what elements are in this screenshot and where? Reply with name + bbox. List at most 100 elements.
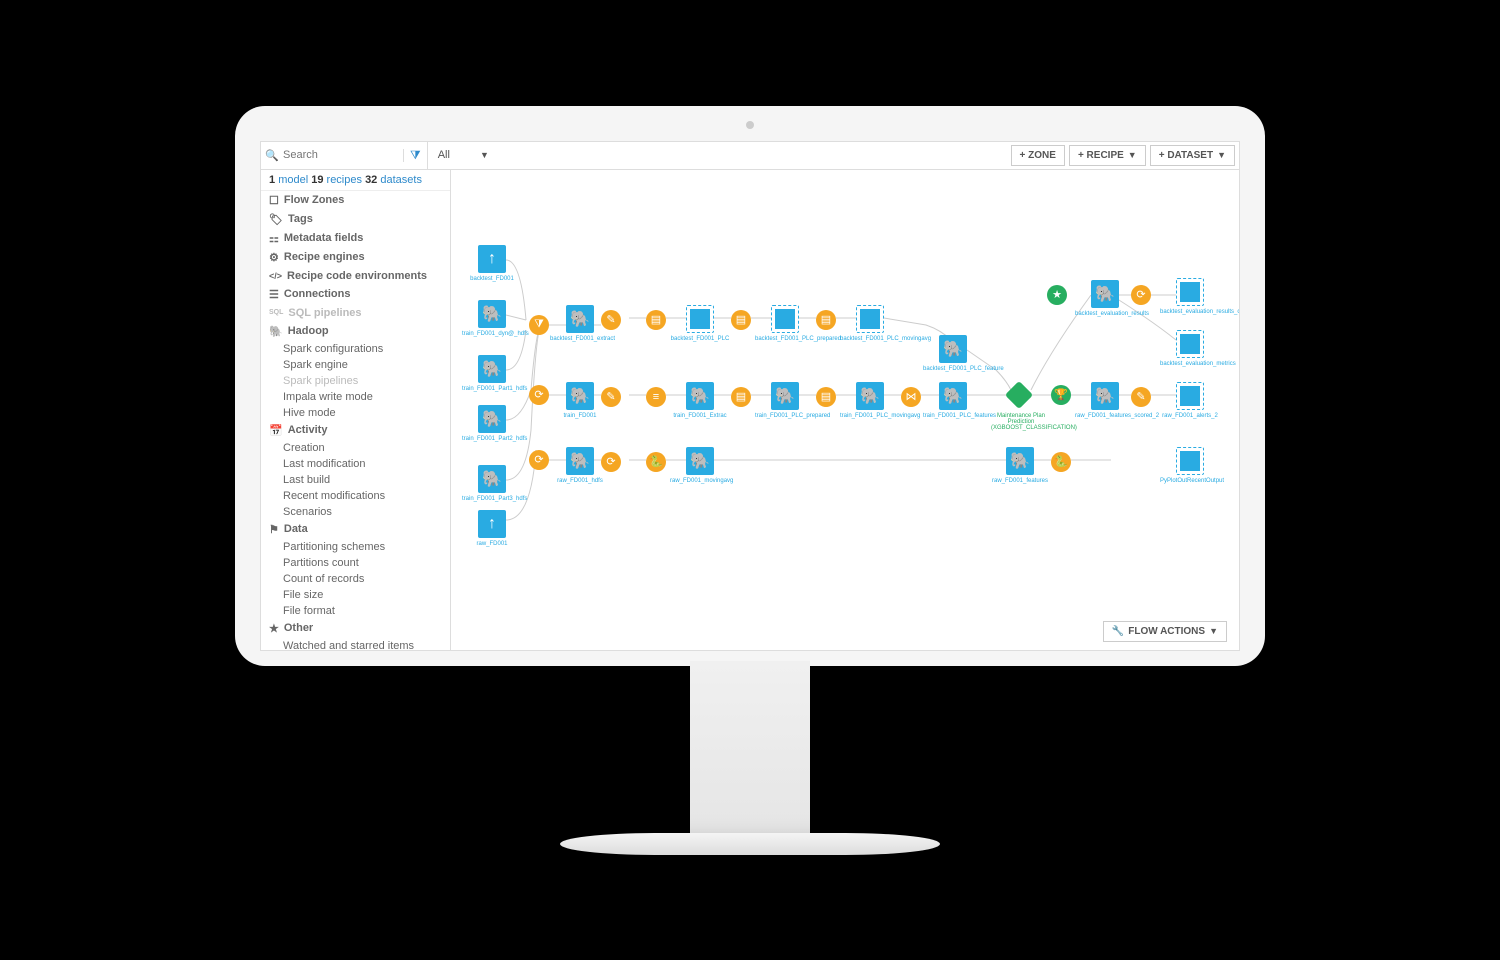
sidebar-item-tags[interactable]: 🏷Tags [261,210,450,229]
dataset-node[interactable] [856,305,884,333]
add-recipe-button[interactable]: + RECIPE▼ [1069,145,1146,166]
dataset-node[interactable]: 🐘 [478,405,506,433]
filter-icon[interactable]: ⧩ [404,142,428,169]
node-label: backtest_evaluation_results [1075,311,1135,317]
sidebar-label: Recipe code environments [287,270,427,282]
dataset-node[interactable]: 🐘 [1091,382,1119,410]
dataset-node[interactable]: 🐘 [939,335,967,363]
node-label: raw_FD001_features_scored_2 [1075,413,1135,419]
dataset-node[interactable]: 🐘 [478,300,506,328]
sidebar-item-creation[interactable]: Creation [261,440,450,456]
sidebar-item-code-env[interactable]: </> Recipe code environments [261,267,450,285]
sidebar-item-spark-conf[interactable]: Spark configurations [261,341,450,357]
sidebar-item-filesize[interactable]: File size [261,587,450,603]
datasets-label[interactable]: datasets [380,174,422,186]
window-recipe[interactable]: ▤ [731,387,751,407]
add-dataset-button[interactable]: + DATASET▼ [1150,145,1235,166]
sync-recipe[interactable]: ⟳ [601,452,621,472]
dataset-node[interactable] [1176,278,1204,306]
dataset-node[interactable] [1176,447,1204,475]
sidebar-item-hive[interactable]: Hive mode [261,405,450,421]
node-label: train_FD001_PLC_prepared [755,413,815,419]
calendar-icon: 📅 [269,424,283,437]
top-toolbar: 🔍 ⧩ All ▼ + ZONE + RECIPE▼ + DATASET▼ [261,142,1239,170]
dataset-node[interactable]: 🐘 [1006,447,1034,475]
window-recipe[interactable]: ▤ [816,387,836,407]
sidebar-item-spark-pipelines[interactable]: Spark pipelines [261,373,450,389]
camera-dot [746,121,754,129]
sidebar-item-partschemes[interactable]: Partitioning schemes [261,539,450,555]
dataset-node[interactable]: ↑ [478,510,506,538]
sidebar-item-connections[interactable]: ☰Connections [261,285,450,304]
dataset-node[interactable]: ↑ [478,245,506,273]
sidebar-item-metadata[interactable]: ⚏Metadata fields [261,229,450,248]
sidebar-label: Recipe engines [284,251,365,263]
code-icon: </> [269,271,282,281]
python-recipe[interactable]: 🐍 [1051,452,1071,472]
group-recipe[interactable]: ≡ [646,387,666,407]
dataset-node[interactable]: 🐘 [478,465,506,493]
sync-recipe[interactable]: ⟳ [529,450,549,470]
sidebar-item-flowzones[interactable]: ☐Flow Zones [261,191,450,210]
dataset-node[interactable]: 🐘 [856,382,884,410]
dataset-node[interactable] [1176,382,1204,410]
box-icon: ☐ [269,194,279,207]
sidebar-item-impala[interactable]: Impala write mode [261,389,450,405]
dataset-node[interactable]: 🐘 [939,382,967,410]
model-label[interactable]: model [278,174,308,186]
node-label: train_FD001_Part3_hdfs [462,496,522,502]
sync-recipe[interactable]: ⟳ [529,385,549,405]
sidebar-label: SQL pipelines [288,307,361,319]
dataset-node[interactable]: 🐘 [566,447,594,475]
prepare-recipe[interactable]: ✎ [1131,387,1151,407]
sidebar-item-recentmod[interactable]: Recent modifications [261,488,450,504]
sidebar-item-sql-pipelines[interactable]: SQLSQL pipelines [261,304,450,322]
search-input[interactable] [283,149,403,161]
dataset-node[interactable]: 🐘 [686,382,714,410]
dataset-node[interactable] [686,305,714,333]
window-recipe[interactable]: ▤ [816,310,836,330]
prepare-recipe[interactable]: ✎ [601,387,621,407]
prepare-recipe[interactable]: ✎ [601,310,621,330]
sidebar-item-recipe-engines[interactable]: ⚙ Recipe engines [261,248,450,267]
ml-model[interactable]: 🏆 [1051,385,1071,405]
dataset-node[interactable]: 🐘 [566,305,594,333]
add-zone-button[interactable]: + ZONE [1011,145,1065,166]
dataset-node[interactable] [771,305,799,333]
sidebar-item-scenarios[interactable]: Scenarios [261,504,450,520]
dataset-node[interactable]: 🐘 [566,382,594,410]
sidebar-item-spark-engine[interactable]: Spark engine [261,357,450,373]
flag-icon: ⚑ [269,523,279,536]
sidebar-item-lastbuild[interactable]: Last build [261,472,450,488]
sidebar-item-count-rec[interactable]: Count of records [261,571,450,587]
chevron-down-icon: ▼ [480,150,489,160]
node-label: train_FD001_Extrac [670,413,730,419]
dataset-node[interactable]: 🐘 [771,382,799,410]
model-train-recipe[interactable] [1005,380,1033,408]
evaluate-recipe[interactable]: ★ [1047,285,1067,305]
window-recipe[interactable]: ▤ [646,310,666,330]
sidebar-item-watched[interactable]: Watched and starred items [261,638,450,650]
python-recipe[interactable]: 🐍 [646,452,666,472]
node-label: raw_FD001_features [990,478,1050,484]
recipes-label[interactable]: recipes [327,174,362,186]
sidebar-item-partcount[interactable]: Partitions count [261,555,450,571]
prepare-recipe[interactable]: ▤ [731,310,751,330]
flow-actions-button[interactable]: 🔧 FLOW ACTIONS ▼ [1103,621,1227,642]
gears-icon: ⚙ [269,251,279,264]
sidebar-item-lastmod[interactable]: Last modification [261,456,450,472]
sidebar-label: Connections [284,288,351,300]
node-label: backtest_FD001_PLC_feature [923,366,983,372]
dataset-node[interactable]: 🐘 [686,447,714,475]
dataset-node[interactable]: 🐘 [478,355,506,383]
filter-recipe[interactable]: ⧩ [529,315,549,335]
sidebar-item-fileformat[interactable]: File format [261,603,450,619]
dataset-node[interactable] [1176,330,1204,358]
search-icon: 🔍 [261,149,283,162]
flow-canvas[interactable]: ↑ backtest_FD001 🐘 train_FD001_dyn@_hdfs… [451,170,1239,650]
sync-recipe[interactable]: ⟳ [1131,285,1151,305]
dataset-node[interactable]: 🐘 [1091,280,1119,308]
filter-all-dropdown[interactable]: All ▼ [428,149,499,161]
node-label: backtest_FD001 [462,276,522,282]
join-recipe[interactable]: ⋈ [901,387,921,407]
